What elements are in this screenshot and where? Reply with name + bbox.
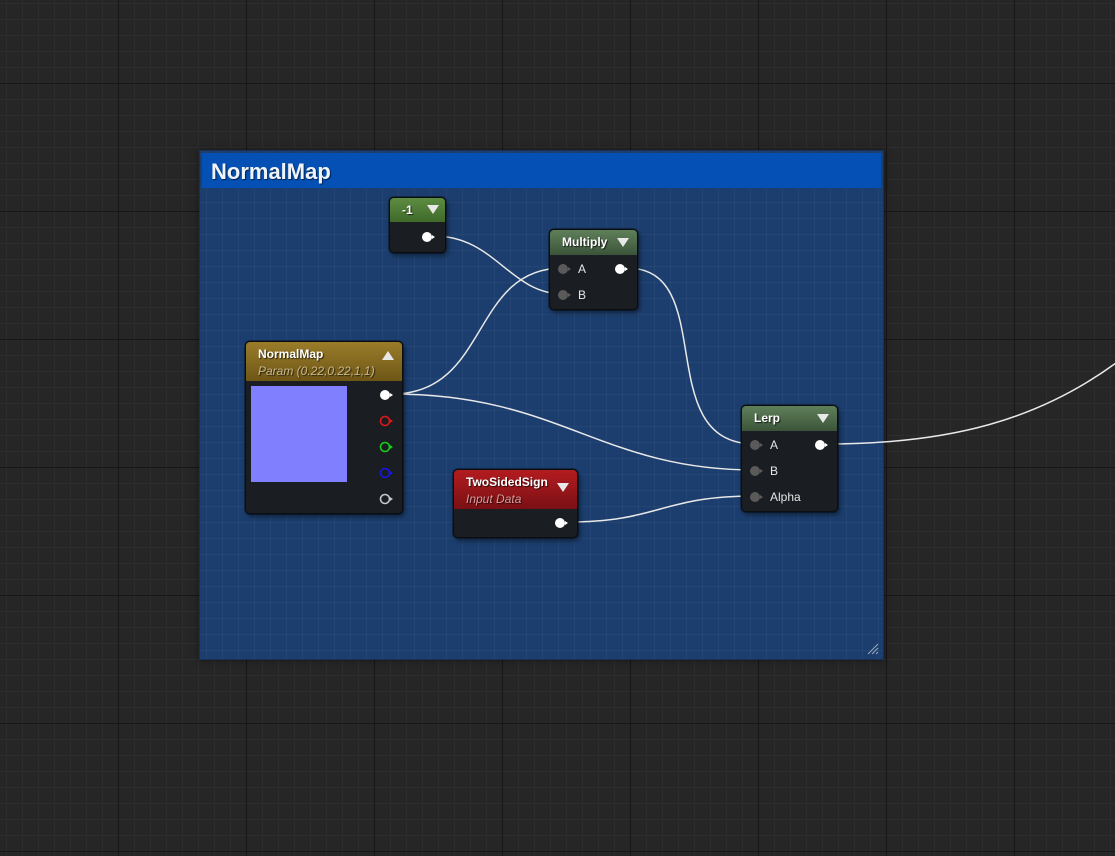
- node-title: NormalMap: [258, 347, 324, 361]
- resize-grip-icon[interactable]: [867, 643, 879, 655]
- expand-arrow-icon[interactable]: [382, 351, 394, 360]
- comment-title[interactable]: NormalMap: [202, 153, 881, 188]
- output-pin-icon[interactable]: [421, 230, 435, 244]
- input-pin-alpha-icon[interactable]: [749, 490, 763, 504]
- node-title: TwoSidedSign: [466, 475, 548, 489]
- node-title: Multiply: [562, 235, 608, 249]
- input-label-alpha: Alpha: [770, 490, 801, 504]
- node-normalmap-param[interactable]: NormalMap Param (0.22,0.22,1,1): [245, 341, 403, 514]
- node-constant-neg-one[interactable]: -1: [389, 197, 446, 253]
- collapse-arrow-icon[interactable]: [427, 205, 439, 214]
- texture-preview: [251, 386, 347, 482]
- node-subtitle: Input Data: [466, 492, 522, 506]
- output-pin-icon[interactable]: [554, 516, 568, 530]
- node-title: -1: [402, 203, 413, 217]
- node-twosidedsign[interactable]: TwoSidedSign Input Data: [453, 469, 578, 538]
- node-header[interactable]: Lerp: [742, 406, 837, 431]
- output-pin-icon[interactable]: [614, 262, 628, 276]
- node-header[interactable]: Multiply: [550, 230, 637, 255]
- output-pin-rgb-icon[interactable]: [379, 388, 393, 402]
- input-pin-b-icon[interactable]: [557, 288, 571, 302]
- node-header[interactable]: TwoSidedSign Input Data: [454, 470, 577, 509]
- node-title: Lerp: [754, 411, 781, 425]
- input-label-b: B: [770, 464, 779, 478]
- input-pin-b-icon[interactable]: [749, 464, 763, 478]
- collapse-arrow-icon[interactable]: [617, 238, 629, 247]
- output-pin-g-icon[interactable]: [379, 440, 393, 454]
- node-lerp[interactable]: Lerp A B Alpha: [741, 405, 838, 512]
- graph-canvas[interactable]: NormalMap -1 Multiply A B NormalMap Para…: [0, 0, 1115, 856]
- input-label-b: B: [578, 288, 587, 302]
- collapse-arrow-icon[interactable]: [557, 483, 569, 492]
- collapse-arrow-icon[interactable]: [817, 414, 829, 423]
- input-pin-a-icon[interactable]: [749, 438, 763, 452]
- node-header[interactable]: NormalMap Param (0.22,0.22,1,1): [246, 342, 402, 381]
- input-label-a: A: [578, 262, 587, 276]
- input-label-a: A: [770, 438, 779, 452]
- node-multiply[interactable]: Multiply A B: [549, 229, 638, 310]
- output-pin-r-icon[interactable]: [379, 414, 393, 428]
- node-subtitle: Param (0.22,0.22,1,1): [258, 364, 375, 378]
- output-pin-b-icon[interactable]: [379, 466, 393, 480]
- input-pin-a-icon[interactable]: [557, 262, 571, 276]
- output-pin-icon[interactable]: [814, 438, 828, 452]
- node-header[interactable]: -1: [390, 198, 445, 222]
- output-pin-a-icon[interactable]: [379, 492, 393, 506]
